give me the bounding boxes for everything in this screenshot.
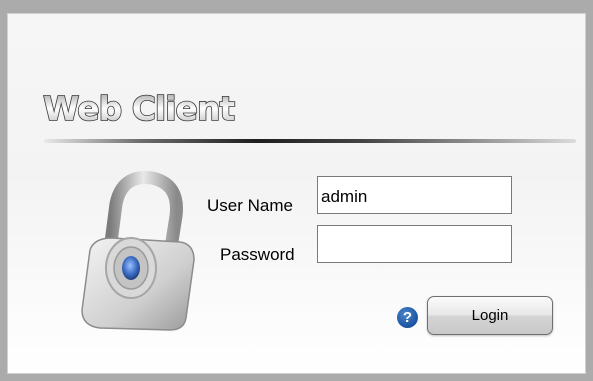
divider <box>44 139 576 143</box>
password-input[interactable] <box>317 225 512 263</box>
login-button[interactable]: Login <box>427 296 553 335</box>
username-input[interactable] <box>317 176 512 214</box>
help-icon[interactable]: ? <box>397 307 418 328</box>
logo-text: Web Client <box>43 89 235 127</box>
password-label: Password <box>220 245 295 264</box>
username-label: User Name <box>207 196 293 215</box>
web-client-logo: Web Client <box>41 87 251 127</box>
padlock-icon <box>76 168 198 338</box>
